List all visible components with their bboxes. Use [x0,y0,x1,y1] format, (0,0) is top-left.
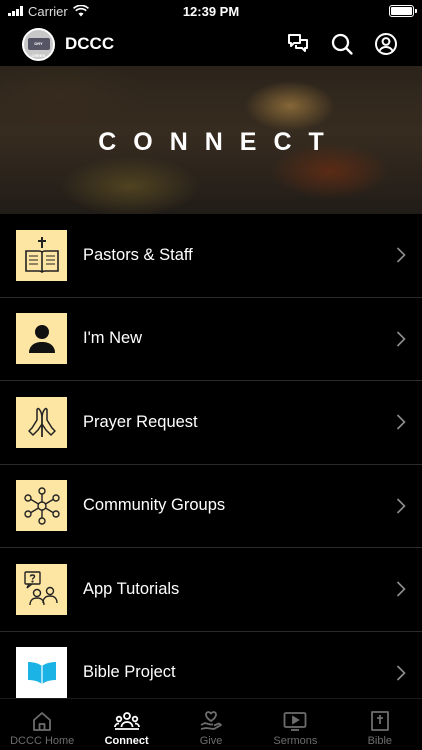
chevron-right-icon [396,414,406,430]
chevron-right-icon [396,665,406,681]
wifi-icon [72,5,89,17]
account-icon[interactable] [364,22,408,66]
status-left: Carrier [8,4,89,19]
menu-item-im-new[interactable]: I'm New [0,298,422,381]
app-header: DRY CREEK DCCC [0,22,422,66]
tab-sermons[interactable]: Sermons [253,699,337,750]
chevron-right-icon [396,331,406,347]
question-people-icon [16,563,67,615]
person-icon [16,313,67,365]
home-icon [33,712,52,731]
menu-item-label: Community Groups [83,496,226,515]
tab-bible[interactable]: Bible [338,699,422,750]
video-play-icon [284,712,307,731]
give-hand-heart-icon [200,711,222,730]
search-icon[interactable] [320,22,364,66]
menu-item-app-tutorials[interactable]: App Tutorials [0,548,422,632]
tab-dccc-home[interactable]: DCCC Home [0,699,84,750]
status-bar: Carrier 12:39 PM [0,0,422,22]
chevron-right-icon [396,498,406,514]
menu-item-label: Bible Project [83,663,176,682]
app-title: DCCC [65,34,115,53]
chat-icon[interactable] [276,22,320,66]
chevron-right-icon [396,247,406,263]
menu-item-label: Pastors & Staff [83,245,193,264]
battery-icon [389,5,417,17]
tab-label: Sermons [273,735,318,747]
menu-item-community-groups[interactable]: Community Groups [0,465,422,548]
tab-connect[interactable]: Connect [84,699,168,750]
hero-title: CONNECT [98,128,341,156]
carrier-label: Carrier [28,3,68,19]
church-logo[interactable]: DRY CREEK [22,27,55,61]
bible-project-logo [16,647,67,699]
connect-menu: Pastors & Staff I'm New Prayer Request C… [0,214,422,715]
tab-label: Give [199,735,223,747]
people-icon [113,712,140,730]
signal-icon [8,6,23,16]
chevron-right-icon [396,581,406,597]
menu-item-label: App Tutorials [83,579,180,598]
logo-text: DRY CREEK [27,38,50,58]
tab-label: DCCC Home [10,735,75,747]
tab-give[interactable]: Give [169,699,253,750]
tab-label: Connect [104,735,149,747]
bible-icon [370,711,389,731]
praying-hands-icon [16,396,67,448]
menu-item-prayer-request[interactable]: Prayer Request [0,381,422,465]
menu-item-pastors-staff[interactable]: Pastors & Staff [0,214,422,298]
menu-item-label: Prayer Request [83,412,198,431]
menu-item-label: I'm New [83,329,143,348]
bible-cross-icon [16,229,67,281]
network-icon [16,480,67,532]
tab-bar: DCCC Home Connect Give Sermons Bible [0,698,422,750]
hero-banner: CONNECT [0,66,422,214]
tab-label: Bible [367,735,393,747]
